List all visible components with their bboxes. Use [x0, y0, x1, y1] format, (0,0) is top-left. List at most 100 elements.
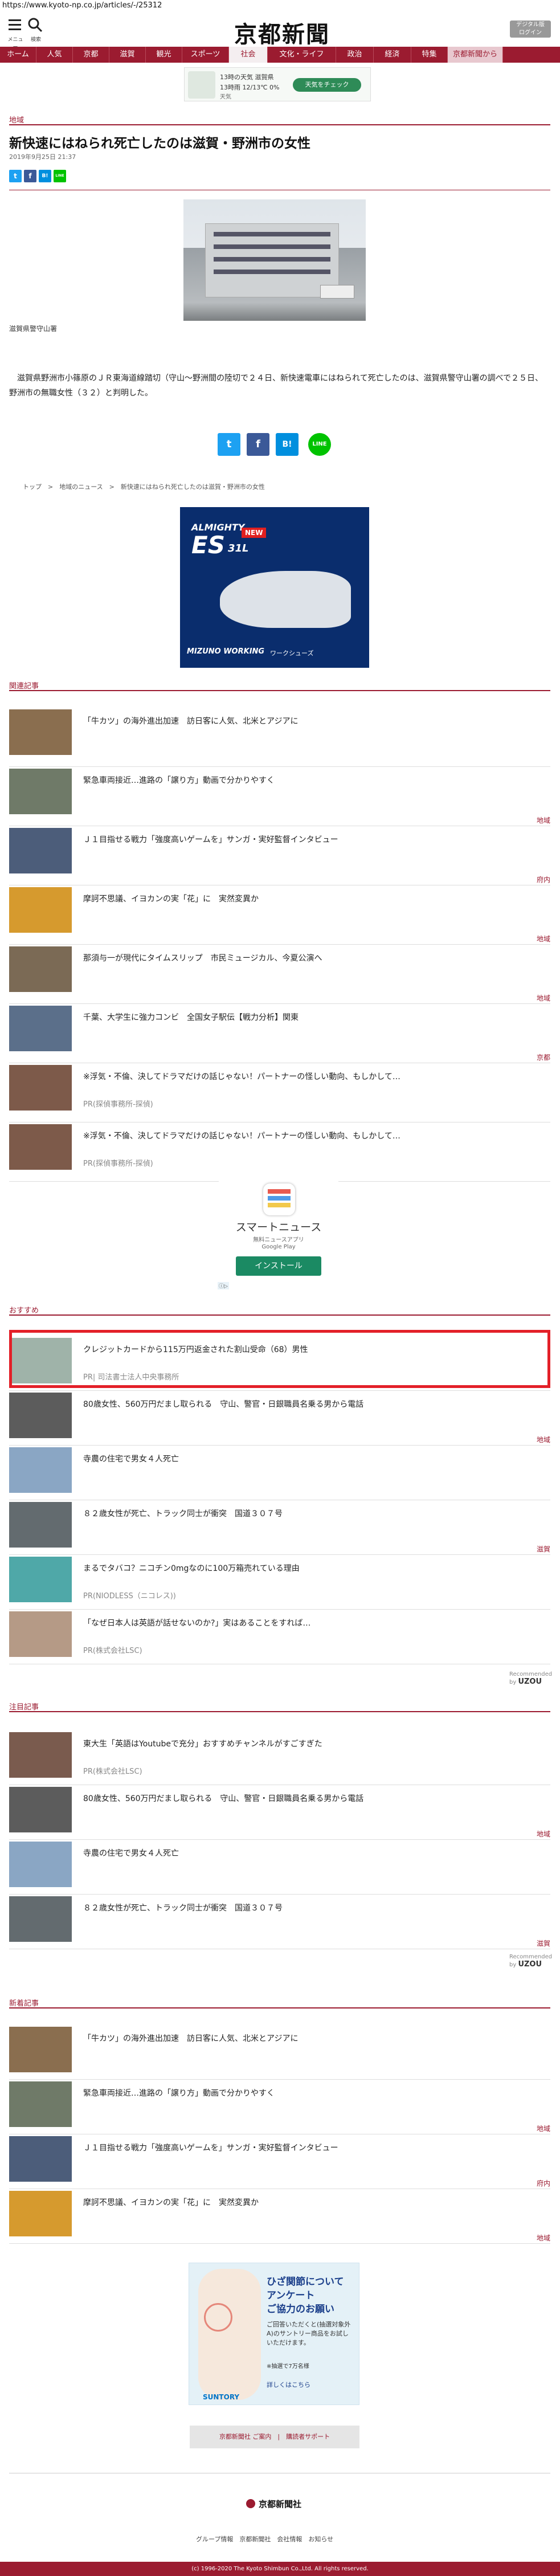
nav-item[interactable]: 京都新聞から	[448, 47, 503, 63]
breadcrumb-local[interactable]: 地域のニュース	[59, 483, 103, 491]
headline[interactable]: 「牛カツ」の海外進出加速 訪日客に人気、北米とアジアに	[83, 2032, 298, 2044]
thumbnail-image[interactable]	[9, 709, 72, 755]
footer-links[interactable]: グループ情報 京都新聞社 会社情報 お知らせ	[196, 2534, 333, 2544]
subscriber-support-button[interactable]: 購読者サポート	[286, 2433, 330, 2440]
shoe-ad[interactable]: ALMIGHTY ES 31L NEW MIZUNO WORKING ワークシュ…	[180, 507, 369, 668]
menu-button[interactable]: メニュー	[7, 17, 24, 50]
thumbnail-image[interactable]	[9, 1447, 72, 1493]
category-tag[interactable]: 地域	[537, 815, 550, 825]
article-category[interactable]: 地域	[9, 114, 24, 125]
headline[interactable]: 緊急車両接近…進路の「譲り方」動画で分かりやすく	[83, 774, 275, 786]
category-tag[interactable]: 地域	[537, 2124, 550, 2133]
thumbnail-image[interactable]	[9, 2027, 72, 2072]
nav-item[interactable]: 社会	[229, 47, 268, 63]
list-item[interactable]: 緊急車両接近…進路の「譲り方」動画で分かりやすく地域	[9, 2081, 550, 2136]
nav-item[interactable]: 文化・ライフ	[268, 47, 336, 63]
thumbnail-image[interactable]	[9, 1896, 72, 1942]
list-item[interactable]: 東大生「英語はYoutubeで充分」おすすめチャンネルがすごすぎた PR(株式会社…	[9, 1732, 550, 1787]
list-item[interactable]: ※浮気・不倫、決してドラマだけの話じゃない！パートナーの怪しい動向、もしかして……	[9, 1124, 550, 1183]
list-item[interactable]: 緊急車両接近…進路の「譲り方」動画で分かりやすく地域	[9, 769, 550, 828]
list-item[interactable]: 摩訶不思議、イヨカンの実「花」に 実然変異か 地域	[9, 887, 550, 946]
thumbnail-image[interactable]	[9, 887, 72, 933]
headline[interactable]: ８２歳女性が死亡、トラック同士が衝突 国道３０７号	[83, 1902, 283, 1913]
list-item[interactable]: ８２歳女性が死亡、トラック同士が衝突 国道３０７号滋賀	[9, 1896, 550, 1951]
thumbnail-image[interactable]	[9, 2191, 72, 2236]
survey-link[interactable]: 詳しくはこちら	[267, 2380, 310, 2389]
thumbnail-image[interactable]	[9, 1557, 72, 1602]
list-item[interactable]: ８２歳女性が死亡、トラック同士が衝突 国道３０７号滋賀	[9, 1502, 550, 1557]
list-item[interactable]: 那須与一が現代にタイムスリップ 市民ミュージカル、今夏公演へ地域	[9, 946, 550, 1006]
smartnews-install-button[interactable]: インストール	[236, 1256, 321, 1276]
headline[interactable]: まるでタバコ？ニコチン0mgなのに100万箱売れている理由	[83, 1562, 300, 1574]
list-item[interactable]: 「なぜ日本人は英語が話せないのか?」実はあることをすれば… PR(株式会社LSC)	[9, 1611, 550, 1666]
list-item[interactable]: Ｊ１目指せる戦力「強度高いゲームを」サンガ・実好監督インタビュー府内	[9, 828, 550, 887]
nav-item[interactable]: 滋賀	[109, 47, 146, 63]
category-tag[interactable]: 滋賀	[537, 1938, 550, 1948]
thumbnail-image[interactable]	[9, 1393, 72, 1438]
thumbnail-image[interactable]	[9, 1006, 72, 1051]
line-share-small[interactable]: LINE	[54, 170, 66, 182]
thumbnail-image[interactable]	[9, 828, 72, 873]
category-tag[interactable]: 地域	[537, 993, 550, 1003]
headline[interactable]: 緊急車両接近…進路の「譲り方」動画で分かりやすく	[83, 2087, 275, 2099]
category-tag[interactable]: 府内	[537, 875, 550, 884]
search-button[interactable]: 検索	[27, 17, 44, 43]
twitter-share-small[interactable]: t	[9, 170, 22, 182]
headline[interactable]: 「牛カツ」の海外進出加速 訪日客に人気、北米とアジアに	[83, 715, 298, 726]
browser-url-bar[interactable]: https://www.kyoto-np.co.jp/articles/-/25…	[0, 0, 560, 13]
category-tag[interactable]: 滋賀	[537, 1544, 550, 1554]
category-tag[interactable]: 地域	[537, 1829, 550, 1839]
nav-item[interactable]: 特集	[411, 47, 448, 63]
headline[interactable]: 寺農の住宅で男女４人死亡	[83, 1453, 179, 1464]
company-info-button[interactable]: 京都新聞社 ご案内	[219, 2433, 272, 2440]
adchoices-icon[interactable]: ⓘ▷	[218, 1282, 229, 1289]
login-button[interactable]: デジタル版 ログイン	[510, 21, 551, 38]
site-logo[interactable]: 京都新聞	[216, 16, 348, 48]
headline[interactable]: Ｊ１目指せる戦力「強度高いゲームを」サンガ・実好監督インタビュー	[83, 834, 338, 845]
category-tag[interactable]: 地域	[537, 1435, 550, 1444]
headline[interactable]: 80歳女性、560万円だまし取られる 守山、警官・日銀職員名乗る男から電話	[83, 1398, 363, 1410]
thumbnail-image[interactable]	[9, 1611, 72, 1657]
nav-item[interactable]: ホーム	[0, 47, 36, 63]
headline[interactable]: 摩訶不思議、イヨカンの実「花」に 実然変異か	[83, 2197, 259, 2208]
list-item[interactable]: 寺農の住宅で男女４人死亡	[9, 1842, 550, 1896]
list-item[interactable]: 摩訶不思議、イヨカンの実「花」に 実然変異か 地域	[9, 2191, 550, 2246]
recommended-by[interactable]: Recommended by UZOU	[509, 1671, 560, 1686]
headline[interactable]: 千葉、大学生に強力コンビ 全国女子駅伝【戦力分析】関東	[83, 1011, 299, 1023]
thumbnail-image[interactable]	[9, 1732, 72, 1778]
category-tag[interactable]: 府内	[537, 2178, 550, 2188]
headline[interactable]: 「なぜ日本人は英語が話せないのか?」実はあることをすれば…	[83, 1617, 310, 1628]
thumbnail-image[interactable]	[9, 1502, 72, 1548]
headline[interactable]: ※浮気・不倫、決してドラマだけの話じゃない！パートナーの怪しい動向、もしかして…	[83, 1130, 400, 1141]
headline[interactable]: ８２歳女性が死亡、トラック同士が衝突 国道３０７号	[83, 1508, 283, 1519]
survey-ad[interactable]: ひざ関節について アンケート ご協力のお願い ご回答いただくと(抽選対象外A)の…	[189, 2263, 359, 2405]
facebook-share-small[interactable]: f	[24, 170, 36, 182]
list-item[interactable]: 80歳女性、560万円だまし取られる 守山、警官・日銀職員名乗る男から電話 地域	[9, 1787, 550, 1842]
thumbnail-image[interactable]	[9, 946, 72, 992]
headline[interactable]: Ｊ１目指せる戦力「強度高いゲームを」サンガ・実好監督インタビュー	[83, 2142, 338, 2153]
list-item[interactable]: Ｊ１目指せる戦力「強度高いゲームを」サンガ・実好監督インタビュー府内	[9, 2136, 550, 2191]
headline[interactable]: 那須与一が現代にタイムスリップ 市民ミュージカル、今夏公演へ	[83, 952, 322, 964]
hatena-share-small[interactable]: B!	[39, 170, 51, 182]
category-tag[interactable]: 京都	[537, 1052, 550, 1062]
weather-ad[interactable]: 13時の天気 滋賀県 13時雨 12/13℃ 0% 天気 天気をチェック	[184, 67, 371, 101]
thumbnail-image[interactable]	[9, 2081, 72, 2127]
headline[interactable]: 東大生「英語はYoutubeで充分」おすすめチャンネルがすごすぎた	[83, 1738, 322, 1749]
nav-item[interactable]: スポーツ	[182, 47, 229, 63]
list-item[interactable]: 「牛カツ」の海外進出加速 訪日客に人気、北米とアジアに	[9, 2027, 550, 2081]
list-item[interactable]: 寺農の住宅で男女４人死亡	[9, 1447, 550, 1502]
list-item[interactable]: 「牛カツ」の海外進出加速 訪日客に人気、北米とアジアに	[9, 709, 550, 769]
breadcrumb-top[interactable]: トップ	[23, 483, 42, 491]
nav-item[interactable]: 政治	[336, 47, 374, 63]
smartnews-ad[interactable]: スマートニュース 無料ニュースアプリ Google Play インストール	[219, 1180, 338, 1290]
line-share-button[interactable]: LINE	[308, 433, 331, 456]
footer-logo[interactable]: 京都新聞社	[246, 2498, 301, 2510]
headline[interactable]: 寺農の住宅で男女４人死亡	[83, 1847, 179, 1859]
hatena-share-button[interactable]: B!	[276, 433, 299, 456]
thumbnail-image[interactable]	[9, 1787, 72, 1832]
thumbnail-image[interactable]	[9, 1124, 72, 1170]
list-item[interactable]: 80歳女性、560万円だまし取られる 守山、警官・日銀職員名乗る男から電話地域	[9, 1393, 550, 1447]
thumbnail-image[interactable]	[9, 2136, 72, 2182]
headline[interactable]: ※浮気・不倫、決してドラマだけの話じゃない！パートナーの怪しい動向、もしかして…	[83, 1071, 400, 1082]
headline[interactable]: 摩訶不思議、イヨカンの実「花」に 実然変異か	[83, 893, 259, 904]
